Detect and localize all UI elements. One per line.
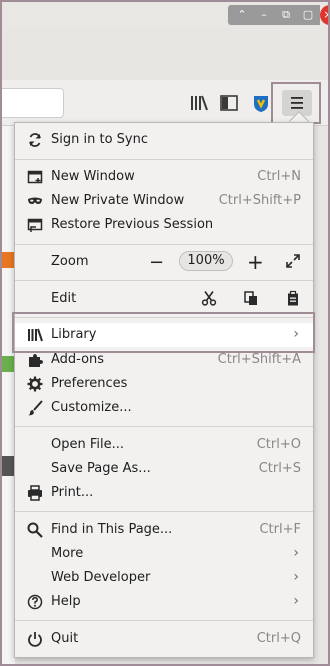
addons-label: Add-ons — [51, 352, 105, 367]
separator — [15, 511, 313, 512]
mask-icon — [28, 197, 42, 204]
separator — [15, 244, 313, 245]
new-window-label: New Window — [51, 169, 135, 184]
minimize-icon[interactable]: – — [254, 8, 274, 22]
extension-icon[interactable] — [250, 92, 272, 114]
chevron-right-icon: › — [293, 593, 299, 609]
gear-icon — [27, 376, 43, 392]
close-window-icon[interactable]: × — [320, 5, 330, 25]
restore-icon — [27, 218, 43, 232]
web-developer-label: Web Developer — [51, 570, 151, 585]
menu-item-save-page[interactable]: Save Page As... Ctrl+S — [15, 457, 313, 481]
window-controls: ⌃ – ⧉ ▢ — [228, 5, 320, 25]
menu-item-restore-session[interactable]: Restore Previous Session — [15, 213, 313, 237]
separator — [15, 426, 313, 427]
restore-session-label: Restore Previous Session — [51, 217, 214, 232]
menu-item-sign-in-sync[interactable]: Sign in to Sync — [15, 128, 313, 152]
new-window-shortcut: Ctrl+N — [257, 169, 301, 184]
preferences-label: Preferences — [51, 376, 128, 391]
separator — [15, 620, 313, 621]
menu-item-preferences[interactable]: Preferences — [15, 372, 313, 396]
quit-label: Quit — [51, 631, 79, 646]
title-bar: ⌃ – ⧉ ▢ × — [2, 2, 330, 28]
zoom-out-button[interactable]: − — [149, 252, 164, 273]
new-private-window-shortcut: Ctrl+Shift+P — [218, 193, 301, 208]
more-label: More — [51, 546, 84, 561]
app-menu-panel: Sign in to Sync New Window Ctrl+N New Pr… — [14, 122, 314, 658]
chevron-right-icon: › — [293, 569, 299, 585]
separator — [15, 159, 313, 160]
menu-item-customize[interactable]: Customize... — [15, 396, 313, 420]
brush-icon — [28, 400, 43, 416]
url-bar[interactable] — [0, 88, 64, 118]
library-toolbar-icon[interactable] — [188, 92, 210, 114]
zoom-label: Zoom — [51, 254, 89, 269]
menu-item-find[interactable]: Find in This Page... Ctrl+F — [15, 518, 313, 542]
restore-window-icon[interactable]: ⧉ — [276, 8, 296, 22]
menu-item-zoom: Zoom − 100% + — [15, 250, 313, 274]
sidebar-icon[interactable] — [218, 92, 240, 114]
open-file-shortcut: Ctrl+O — [256, 437, 301, 452]
menu-item-help[interactable]: Help › — [15, 590, 313, 614]
window-icon — [27, 170, 43, 184]
sync-icon — [29, 133, 41, 147]
fullscreen-icon[interactable] — [285, 253, 301, 269]
menu-item-edit: Edit — [15, 287, 313, 311]
printer-icon — [28, 485, 42, 501]
menu-item-new-private-window[interactable]: New Private Window Ctrl+Shift+P — [15, 189, 313, 213]
puzzle-icon — [29, 354, 43, 367]
help-label: Help — [51, 594, 81, 609]
sync-label: Sign in to Sync — [51, 132, 148, 147]
zoom-in-button[interactable]: + — [247, 250, 264, 274]
zoom-reset-button[interactable]: 100% — [179, 251, 233, 271]
paste-icon[interactable] — [285, 290, 301, 307]
customize-label: Customize... — [51, 400, 132, 415]
addons-shortcut: Ctrl+Shift+A — [217, 352, 301, 367]
menu-item-print[interactable]: Print... — [15, 481, 313, 505]
find-label: Find in This Page... — [51, 522, 173, 537]
help-icon — [27, 594, 43, 610]
new-private-window-label: New Private Window — [51, 193, 185, 208]
arrow-up-icon[interactable]: ⌃ — [232, 8, 252, 22]
menu-item-quit[interactable]: Quit Ctrl+Q — [15, 627, 313, 651]
save-page-label: Save Page As... — [51, 461, 151, 476]
edit-label: Edit — [51, 291, 77, 306]
chevron-right-icon: › — [293, 545, 299, 561]
search-icon — [27, 522, 43, 538]
menu-item-new-window[interactable]: New Window Ctrl+N — [15, 165, 313, 189]
separator — [15, 280, 313, 281]
open-file-label: Open File... — [51, 437, 125, 452]
copy-icon[interactable] — [243, 290, 259, 307]
save-page-shortcut: Ctrl+S — [258, 461, 301, 476]
print-label: Print... — [51, 485, 94, 500]
find-shortcut: Ctrl+F — [259, 522, 301, 537]
cut-icon[interactable] — [201, 290, 217, 307]
menu-item-web-developer[interactable]: Web Developer › — [15, 566, 313, 590]
maximize-icon[interactable]: ▢ — [298, 8, 318, 22]
power-icon — [28, 632, 42, 647]
quit-shortcut: Ctrl+Q — [256, 631, 301, 646]
menu-item-more[interactable]: More › — [15, 542, 313, 566]
menu-item-open-file[interactable]: Open File... Ctrl+O — [15, 433, 313, 457]
library-highlight — [12, 312, 315, 353]
